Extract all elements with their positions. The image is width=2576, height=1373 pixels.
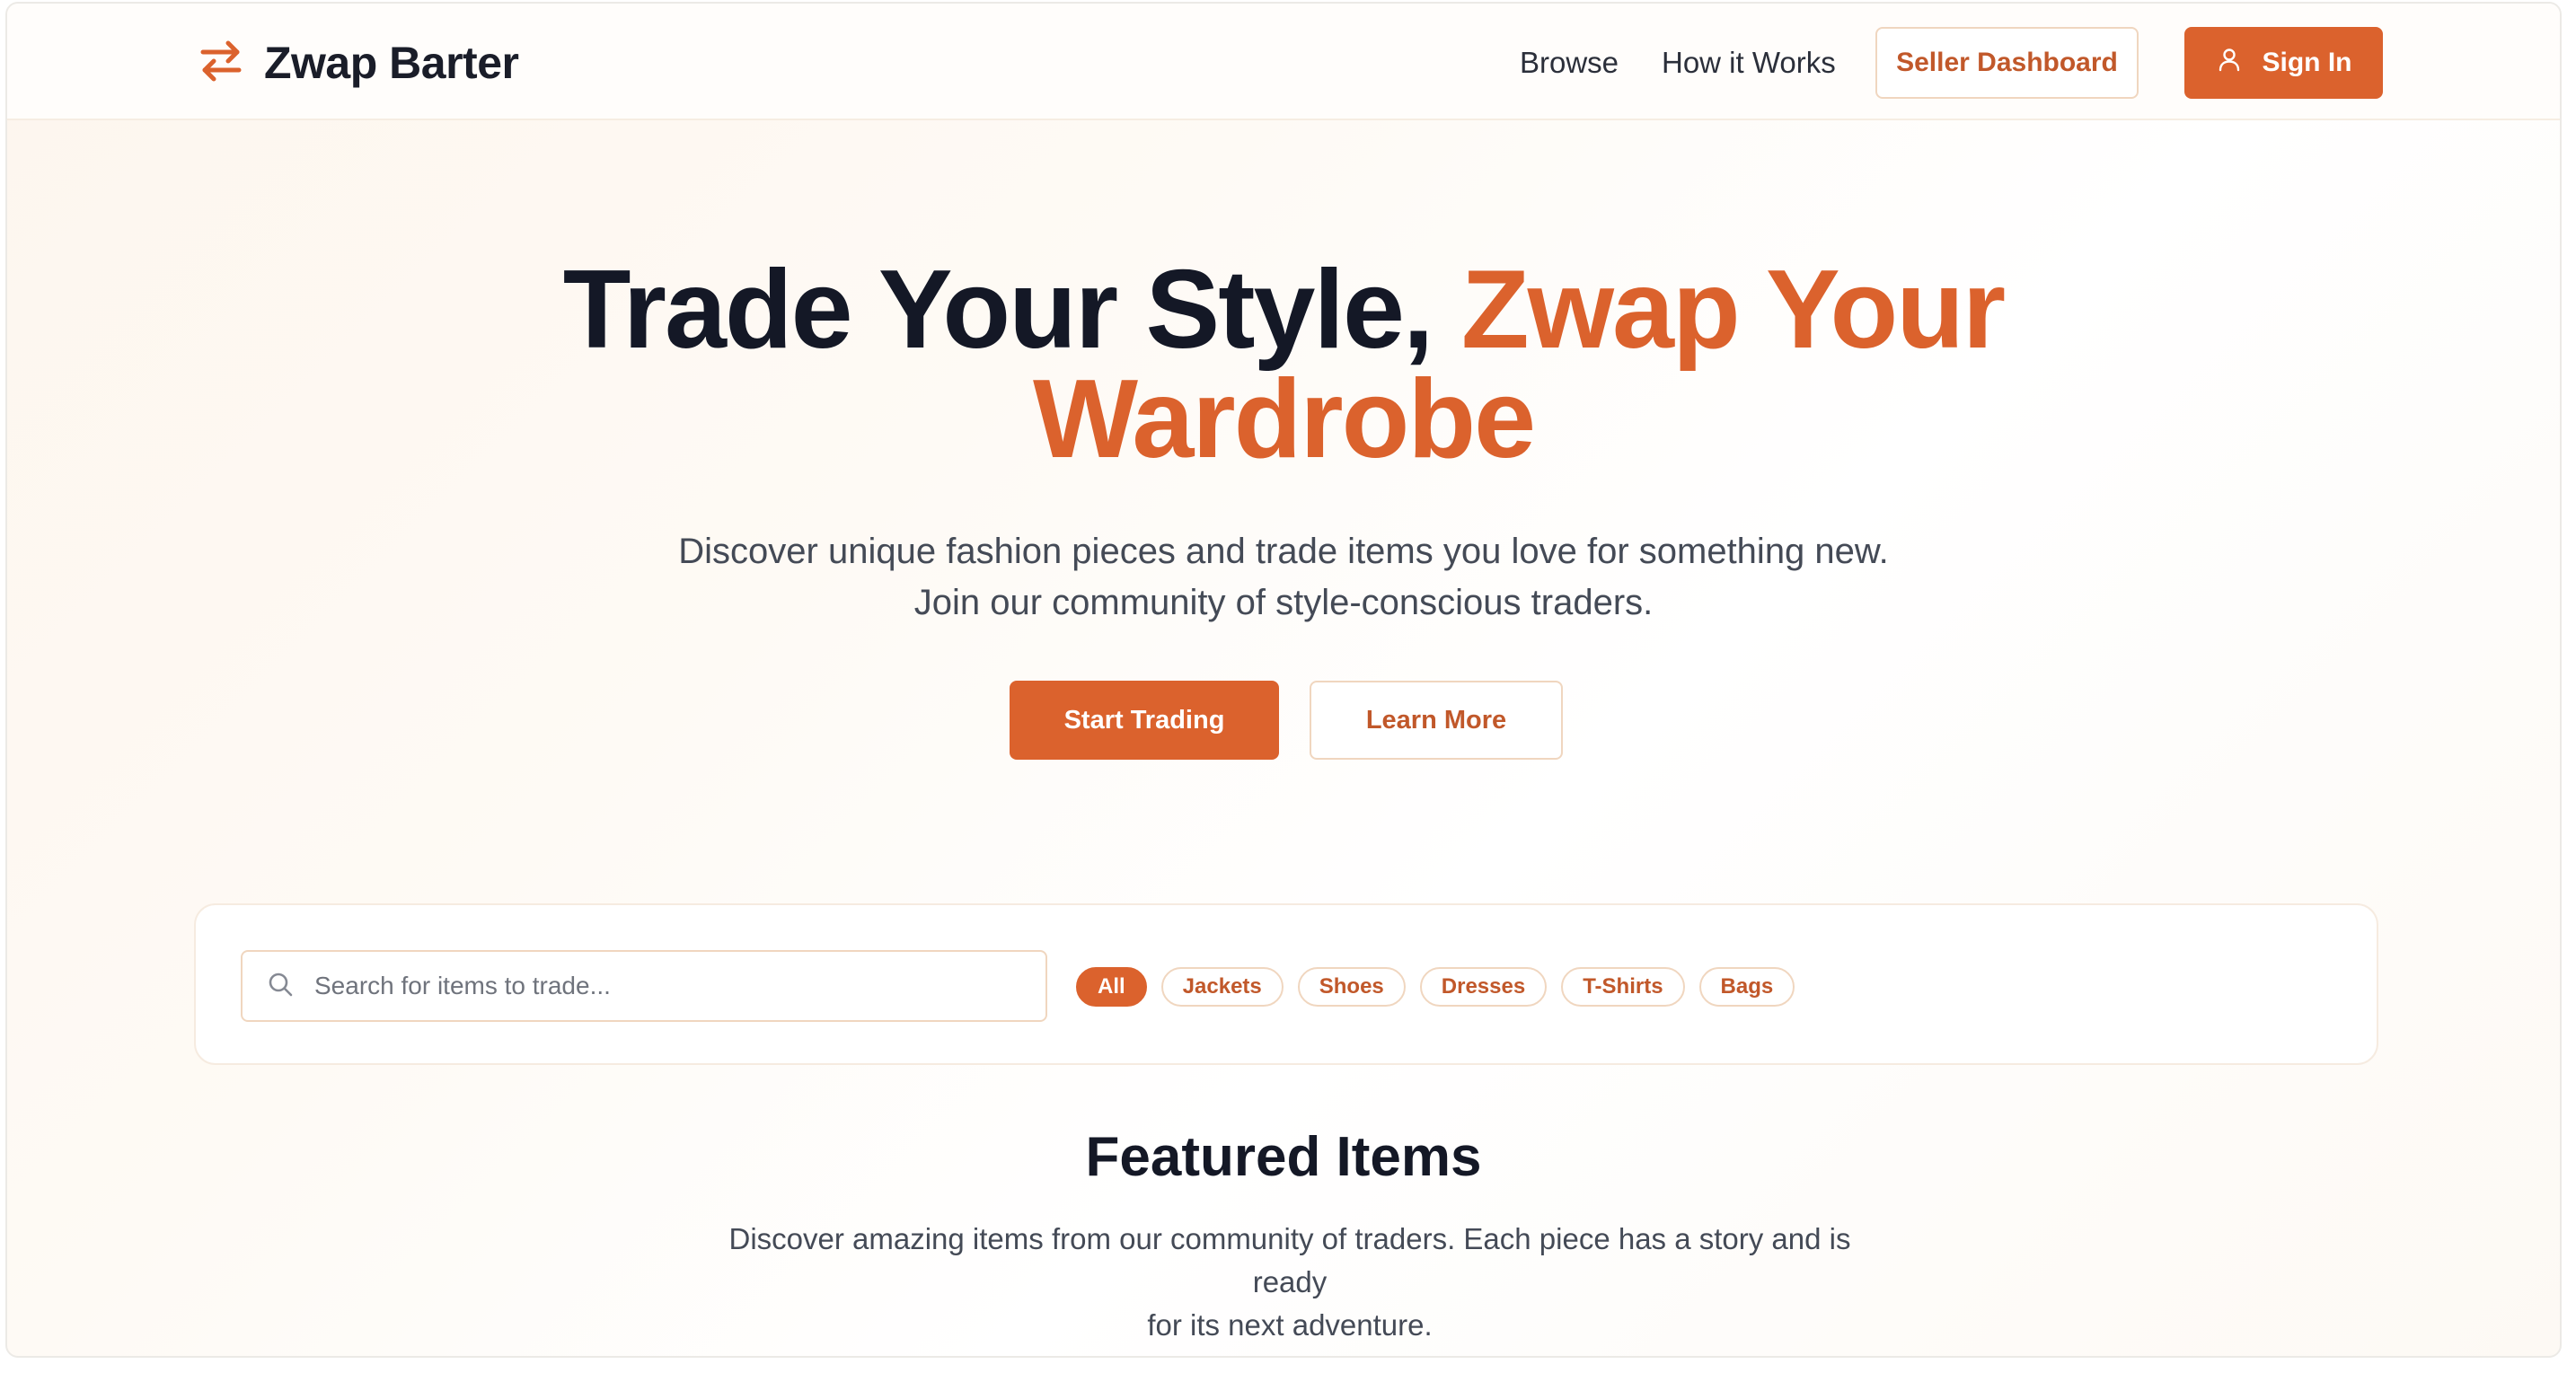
search-icon bbox=[266, 970, 295, 1003]
sign-in-button[interactable]: Sign In bbox=[2184, 27, 2383, 99]
hero-subtitle: Discover unique fashion pieces and trade… bbox=[7, 526, 2560, 629]
category-chip-dresses[interactable]: Dresses bbox=[1419, 967, 1548, 1007]
seller-dashboard-button[interactable]: Seller Dashboard bbox=[1875, 27, 2139, 99]
featured-subtitle-line-2: for its next adventure. bbox=[1147, 1308, 1433, 1342]
search-box[interactable] bbox=[241, 950, 1047, 1022]
category-chips: All Jackets Shoes Dresses T-Shirts Bags bbox=[1076, 967, 1795, 1007]
seller-dashboard-label: Seller Dashboard bbox=[1896, 48, 2118, 77]
category-chip-t-shirts[interactable]: T-Shirts bbox=[1561, 967, 1685, 1007]
category-chip-jackets[interactable]: Jackets bbox=[1160, 967, 1284, 1007]
user-icon bbox=[2216, 46, 2243, 80]
start-trading-button[interactable]: Start Trading bbox=[1010, 681, 1279, 760]
swap-arrows-icon bbox=[196, 36, 246, 91]
learn-more-button[interactable]: Learn More bbox=[1310, 681, 1563, 760]
top-navbar: Zwap Barter Browse How it Works Seller D… bbox=[7, 4, 2560, 120]
learn-more-label: Learn More bbox=[1365, 705, 1507, 735]
hero-subtitle-line-1: Discover unique fashion pieces and trade… bbox=[678, 532, 1889, 571]
nav-how-it-works[interactable]: How it Works bbox=[1662, 43, 1836, 83]
hero-title-main: Trade Your Style, bbox=[562, 248, 1461, 372]
sign-in-label: Sign In bbox=[2262, 48, 2352, 77]
start-trading-label: Start Trading bbox=[1063, 705, 1225, 735]
hero-subtitle-line-2: Join our community of style-conscious tr… bbox=[913, 583, 1654, 622]
brand-logo[interactable]: Zwap Barter bbox=[196, 36, 519, 91]
category-chip-all[interactable]: All bbox=[1076, 967, 1147, 1007]
brand-name: Zwap Barter bbox=[264, 38, 519, 88]
hero-title-accent-1: Zwap Your bbox=[1460, 248, 2006, 372]
nav-browse[interactable]: Browse bbox=[1520, 43, 1619, 83]
search-filter-card: All Jackets Shoes Dresses T-Shirts Bags bbox=[194, 903, 2378, 1065]
featured-title: Featured Items bbox=[1085, 1126, 1482, 1188]
featured-subtitle-line-1: Discover amazing items from our communit… bbox=[728, 1222, 1851, 1298]
hero-title: Trade Your Style, Zwap Your Wardrobe bbox=[7, 254, 2560, 475]
hero-title-accent-2: Wardrobe bbox=[1032, 357, 1536, 481]
category-chip-bags[interactable]: Bags bbox=[1698, 967, 1795, 1007]
category-chip-shoes[interactable]: Shoes bbox=[1297, 967, 1406, 1007]
featured-subtitle: Discover amazing items from our communit… bbox=[690, 1218, 1890, 1347]
page-frame: Zwap Barter Browse How it Works Seller D… bbox=[5, 2, 2562, 1358]
search-input[interactable] bbox=[314, 959, 1015, 1013]
